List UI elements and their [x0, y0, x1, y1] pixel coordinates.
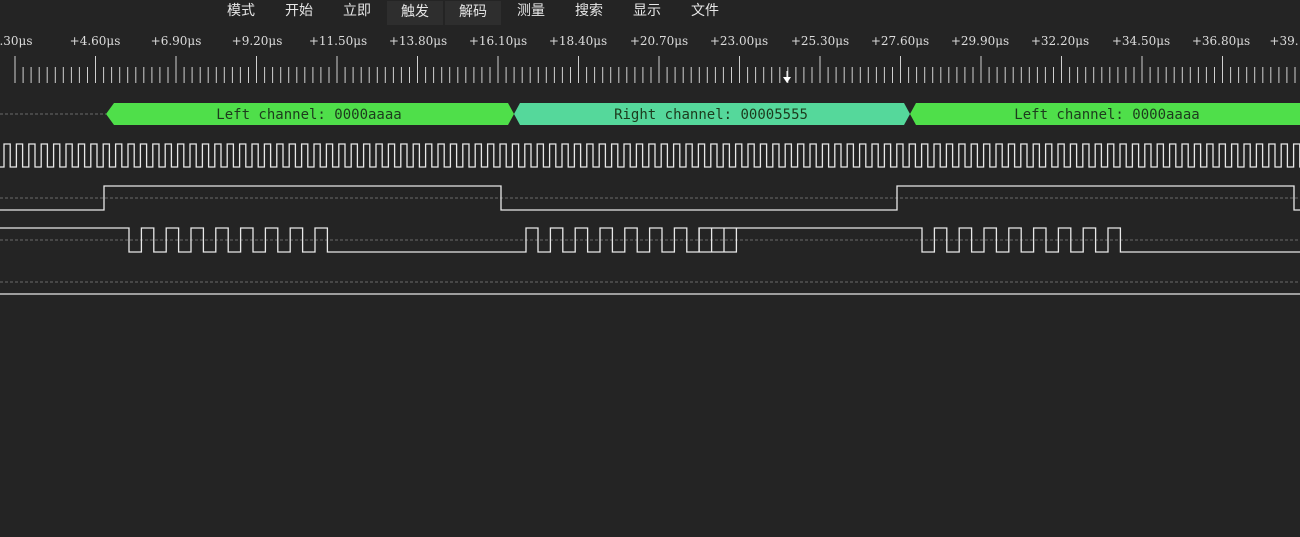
waveform-area[interactable]: Left channel: 0000aaaa Right channel: 00…	[0, 0, 1300, 537]
logic-analyzer-window: 模式 开始 立即 触发 解码 测量 搜索 显示 文件 .30μs +4.60μs…	[0, 0, 1300, 537]
ruler-tick-marks	[14, 56, 1296, 83]
decode-label: Left channel: 0000aaaa	[1014, 107, 1199, 123]
bit-clock-channel[interactable]	[0, 143, 1300, 168]
ruler-ticks	[14, 56, 1296, 83]
decode-label: Left channel: 0000aaaa	[216, 107, 401, 123]
trigger-marker-icon[interactable]	[783, 71, 791, 83]
bit-clock-wave	[0, 143, 1300, 168]
decode-label: Right channel: 00005555	[614, 107, 808, 123]
